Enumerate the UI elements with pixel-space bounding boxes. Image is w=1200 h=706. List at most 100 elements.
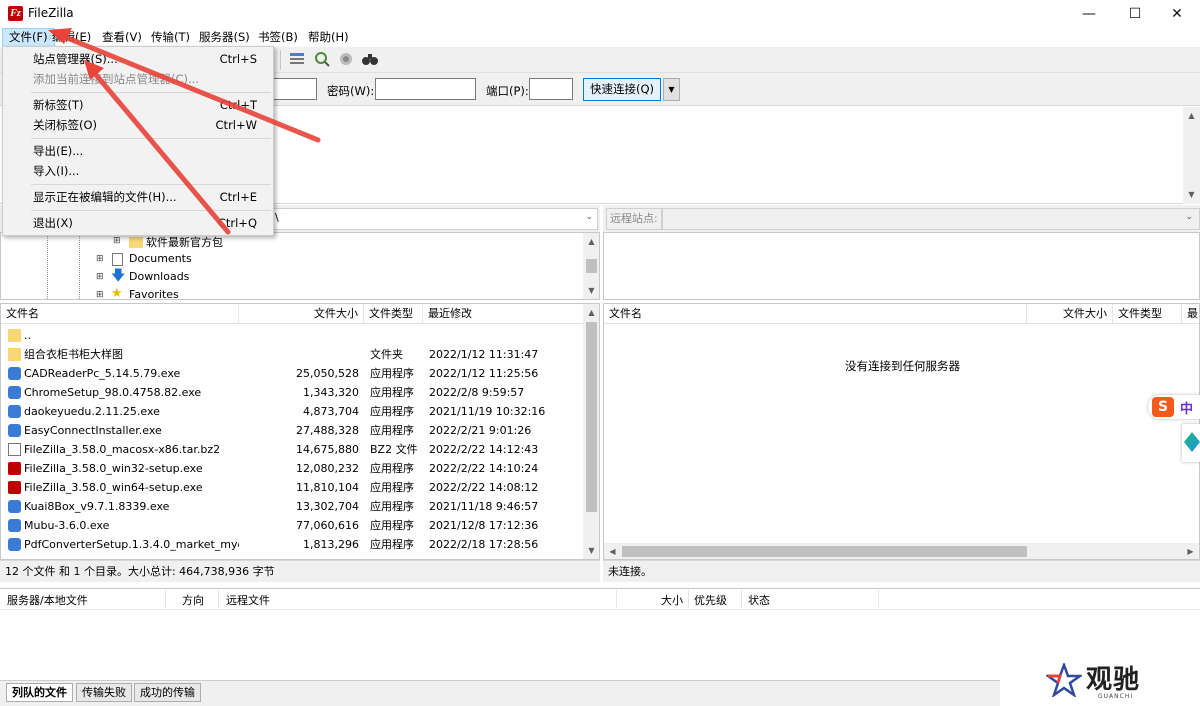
remote-path-input[interactable]: ⌄ bbox=[662, 208, 1200, 230]
table-row[interactable]: .. bbox=[1, 326, 584, 345]
close-icon[interactable]: ✕ bbox=[1154, 0, 1200, 28]
filter-toggle-icon[interactable] bbox=[288, 50, 306, 68]
table-row[interactable]: CADReaderPc_5.14.5.79.exe 25,050,528 应用程序 2… bbox=[1, 364, 584, 383]
cell-filetype: 应用程序 bbox=[370, 519, 414, 532]
download-arrow-icon: 🡇 bbox=[111, 268, 126, 284]
menu-server[interactable]: 服务器(S) bbox=[193, 28, 256, 47]
scroll-up-icon[interactable]: ▲ bbox=[1183, 107, 1200, 124]
scroll-right-icon[interactable]: ▶ bbox=[1182, 543, 1199, 559]
menu-edit[interactable]: 编辑(E) bbox=[46, 28, 97, 47]
password-input[interactable] bbox=[375, 78, 476, 100]
local-path-input[interactable]: \ ⌄ bbox=[272, 208, 598, 230]
table-row[interactable]: ChromeSetup_98.0.4758.82.exe 1,343,320 应用程… bbox=[1, 383, 584, 402]
menu-help[interactable]: 帮助(H) bbox=[302, 28, 355, 47]
menu-item-site-manager[interactable]: 站点管理器(S)... Ctrl+S bbox=[3, 49, 273, 69]
table-row[interactable]: PdfConverterSetup.1.3.4.0_market_myd... 1… bbox=[1, 535, 584, 554]
queue-column-status[interactable]: 状态 bbox=[748, 592, 770, 608]
tab-queued-files[interactable]: 列队的文件 bbox=[6, 683, 73, 702]
remote-hscrollbar[interactable]: ◀ ▶ bbox=[604, 543, 1199, 559]
side-widget[interactable] bbox=[1182, 424, 1200, 462]
menu-separator bbox=[31, 184, 271, 185]
quickconnect-history-dropdown[interactable]: ▼ bbox=[663, 78, 680, 101]
cell-filename: 组合衣柜书柜大样图 bbox=[24, 348, 123, 361]
column-filetype[interactable]: 文件类型 bbox=[1113, 304, 1182, 324]
table-row[interactable]: FileZilla_3.58.0_win64-setup.exe 11,810,1… bbox=[1, 478, 584, 497]
scroll-thumb[interactable] bbox=[622, 546, 1027, 557]
column-divider bbox=[688, 590, 689, 608]
scroll-thumb[interactable] bbox=[586, 259, 597, 273]
tree-expand-icon[interactable]: ⊞ bbox=[113, 236, 121, 246]
toolbar-separator bbox=[280, 50, 281, 70]
table-row[interactable]: FileZilla_3.58.0_macosx-x86.tar.bz2 14,67… bbox=[1, 440, 584, 459]
table-row[interactable]: daokeyuedu.2.11.25.exe 4,873,704 应用程序 2021/… bbox=[1, 402, 584, 421]
scroll-up-icon[interactable]: ▲ bbox=[583, 304, 599, 321]
ime-toolbar[interactable]: S 中 bbox=[1148, 395, 1200, 419]
cell-filesize: 1,813,296 bbox=[303, 538, 359, 551]
port-input[interactable] bbox=[529, 78, 573, 100]
scroll-down-icon[interactable]: ▼ bbox=[583, 282, 599, 299]
tree-node-label[interactable]: Downloads bbox=[129, 270, 189, 283]
tree-expand-icon[interactable]: ⊞ bbox=[96, 254, 104, 264]
column-filesize[interactable]: 文件大小 bbox=[239, 304, 364, 324]
tab-successful-transfers[interactable]: 成功的传输 bbox=[134, 683, 201, 702]
tree-expand-icon[interactable]: ⊞ bbox=[96, 290, 104, 299]
table-row[interactable]: Kuai8Box_v9.7.1.8339.exe 13,302,704 应用程序 20… bbox=[1, 497, 584, 516]
column-filename[interactable]: 文件名 bbox=[604, 304, 1027, 324]
local-list-scrollbar[interactable]: ▲ ▼ bbox=[583, 304, 599, 559]
queue-column-remote[interactable]: 远程文件 bbox=[226, 592, 270, 608]
ime-mode-text[interactable]: 中 bbox=[1180, 398, 1193, 417]
sogou-ime-icon[interactable]: S bbox=[1152, 397, 1174, 417]
tree-expand-icon[interactable]: ⊞ bbox=[96, 272, 104, 282]
scroll-down-icon[interactable]: ▼ bbox=[1183, 186, 1200, 203]
maximize-icon[interactable]: ☐ bbox=[1112, 0, 1158, 28]
binoculars-icon[interactable] bbox=[361, 50, 379, 68]
queue-column-direction[interactable]: 方向 bbox=[182, 592, 204, 608]
scroll-down-icon[interactable]: ▼ bbox=[583, 542, 599, 559]
column-modified[interactable]: 最 bbox=[1182, 304, 1199, 324]
local-list-header: 文件名 文件大小 文件类型 最近修改 ˄ bbox=[1, 304, 584, 324]
tree-node-label[interactable]: 软件最新官方包 bbox=[146, 234, 223, 250]
menu-transfer[interactable]: 传输(T) bbox=[145, 28, 196, 47]
column-modified[interactable]: 最近修改 bbox=[423, 304, 584, 324]
chevron-down-icon[interactable]: ⌄ bbox=[1185, 212, 1193, 222]
table-row[interactable]: EasyConnectInstaller.exe 27,488,328 应用程序 20… bbox=[1, 421, 584, 440]
local-path-text: \ bbox=[275, 211, 279, 224]
queue-column-size[interactable]: 大小 bbox=[661, 592, 683, 608]
cell-modified: 2022/2/8 9:59:57 bbox=[429, 386, 525, 399]
application-icon bbox=[8, 386, 21, 399]
menu-item-exit[interactable]: 退出(X) Ctrl+Q bbox=[3, 213, 273, 233]
scroll-up-icon[interactable]: ▲ bbox=[583, 233, 599, 250]
column-filetype[interactable]: 文件类型 bbox=[364, 304, 423, 324]
column-filesize[interactable]: 文件大小 bbox=[1027, 304, 1113, 324]
queue-column-priority[interactable]: 优先级 bbox=[694, 592, 727, 608]
table-row[interactable]: FileZilla_3.58.0_win32-setup.exe 12,080,2… bbox=[1, 459, 584, 478]
quickconnect-button[interactable]: 快速连接(Q) bbox=[583, 78, 661, 101]
tab-failed-transfers[interactable]: 传输失败 bbox=[76, 683, 132, 702]
queue-column-server[interactable]: 服务器/本地文件 bbox=[7, 592, 88, 608]
menu-item-export[interactable]: 导出(E)... bbox=[3, 141, 273, 161]
table-row[interactable]: Mubu-3.6.0.exe 77,060,616 应用程序 2021/12/8 17… bbox=[1, 516, 584, 535]
menu-view[interactable]: 查看(V) bbox=[96, 28, 148, 47]
menu-item-new-tab[interactable]: 新标签(T) Ctrl+T bbox=[3, 95, 273, 115]
chevron-down-icon[interactable]: ⌄ bbox=[585, 212, 593, 222]
column-filename[interactable]: 文件名 bbox=[1, 304, 239, 324]
minimize-icon[interactable]: — bbox=[1066, 0, 1112, 28]
search-remote-icon[interactable] bbox=[313, 50, 331, 68]
cell-filetype: 应用程序 bbox=[370, 367, 414, 380]
local-tree-scrollbar[interactable]: ▲ ▼ bbox=[583, 233, 599, 299]
menu-item-show-edited-files[interactable]: 显示正在被编辑的文件(H)... Ctrl+E bbox=[3, 187, 273, 207]
scroll-left-icon[interactable]: ◀ bbox=[604, 543, 621, 559]
folder-icon bbox=[129, 237, 143, 248]
tree-node-label[interactable]: Documents bbox=[129, 252, 192, 265]
menu-item-close-tab[interactable]: 关闭标签(O) Ctrl+W bbox=[3, 115, 273, 135]
tree-node-label[interactable]: Favorites bbox=[129, 288, 179, 299]
app-shortcut-icon[interactable] bbox=[1184, 432, 1200, 452]
sync-browse-icon[interactable] bbox=[337, 50, 355, 68]
menu-item-import[interactable]: 导入(I)... bbox=[3, 161, 273, 181]
menu-separator bbox=[31, 138, 271, 139]
scroll-thumb[interactable] bbox=[586, 322, 597, 512]
cell-filetype: 文件夹 bbox=[370, 348, 403, 361]
menu-bookmarks[interactable]: 书签(B) bbox=[252, 28, 304, 47]
table-row[interactable]: 组合衣柜书柜大样图 文件夹 2022/1/12 11:31:47 bbox=[1, 345, 584, 364]
username-input[interactable] bbox=[270, 78, 317, 100]
